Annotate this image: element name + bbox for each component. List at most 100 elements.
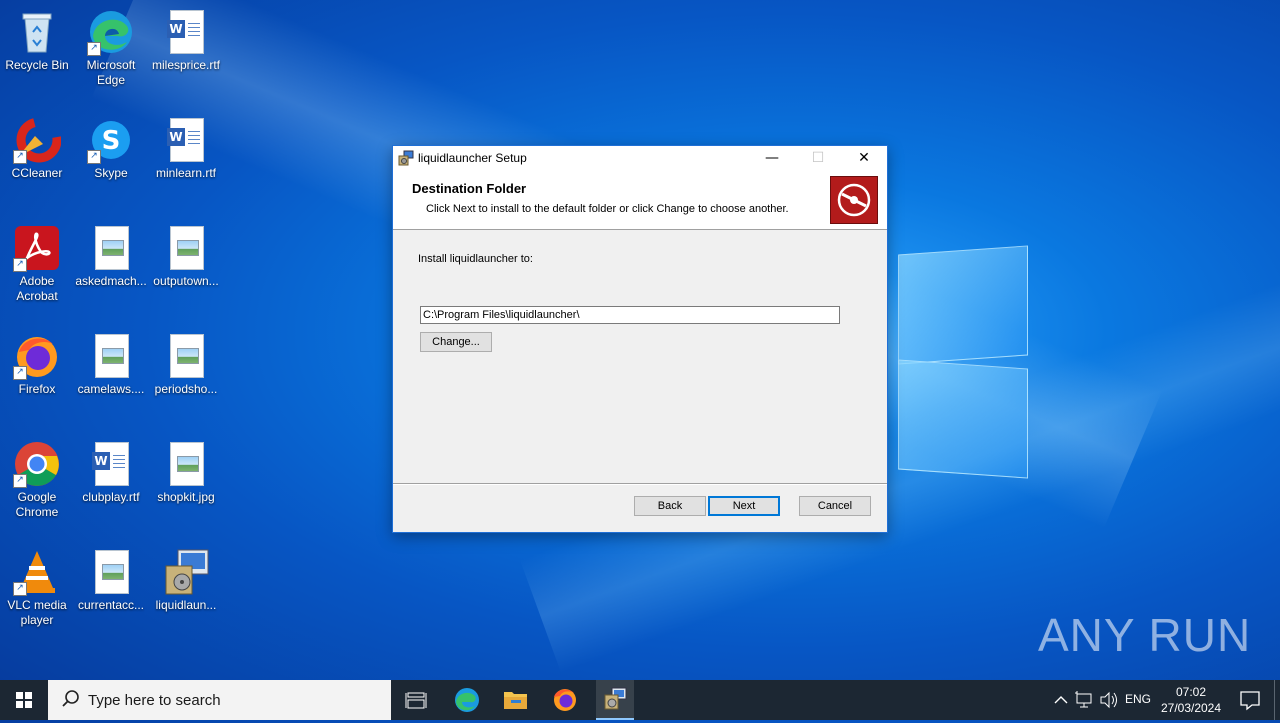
- input-language-indicator[interactable]: ENG: [1125, 692, 1153, 708]
- acrobat-icon: ↗: [13, 224, 61, 272]
- install-path-field[interactable]: C:\Program Files\liquidlauncher\: [420, 306, 840, 324]
- desktop-icon-label: currentacc...: [77, 598, 145, 612]
- desktop-icon-label: periodsho...: [154, 382, 218, 396]
- change-button[interactable]: Change...: [420, 332, 492, 352]
- firefox-icon: ↗: [13, 332, 61, 380]
- install-location-label: Install liquidlauncher to:: [418, 253, 533, 265]
- taskbar-clock[interactable]: 07:02 27/03/2024: [1155, 684, 1227, 716]
- back-button[interactable]: Back: [634, 496, 706, 516]
- dialog-title: liquidlauncher Setup: [418, 151, 527, 165]
- page-subheading: Click Next to install to the default fol…: [426, 203, 789, 215]
- wallpaper-windows-logo: [898, 242, 1028, 479]
- windows-start-icon: [16, 692, 32, 708]
- chevron-up-icon: [1054, 696, 1068, 704]
- speaker-icon: [1100, 691, 1117, 709]
- clock-date: 27/03/2024: [1160, 701, 1222, 715]
- desktop-icon-label: Skype: [94, 166, 128, 180]
- desktop-icon-rtf-file[interactable]: W minlearn.rtf: [150, 112, 222, 181]
- cancel-button[interactable]: Cancel: [799, 496, 871, 516]
- maximize-button: ☐: [795, 146, 841, 170]
- installer-app-icon: [398, 150, 414, 166]
- close-button[interactable]: ✕: [841, 146, 887, 170]
- image-file-icon: [162, 332, 210, 380]
- taskbar-edge-button[interactable]: [442, 680, 490, 720]
- desktop-icon-rtf-file[interactable]: W clubplay.rtf: [75, 436, 147, 505]
- chrome-icon: ↗: [13, 440, 61, 488]
- desktop-icon-label: VLC media player: [7, 598, 67, 627]
- word-document-icon: W: [162, 8, 210, 56]
- desktop-icon-skype[interactable]: S ↗ Skype: [75, 112, 147, 181]
- image-file-icon: [87, 548, 135, 596]
- desktop-icon-label: Microsoft Edge: [86, 58, 136, 87]
- desktop-icon-image-file[interactable]: shopkit.jpg: [150, 436, 222, 505]
- desktop-icon-ccleaner[interactable]: ↗ CCleaner: [1, 112, 73, 181]
- start-button[interactable]: [0, 680, 48, 720]
- shortcut-arrow-icon: ↗: [13, 474, 27, 488]
- task-view-icon: [405, 692, 427, 709]
- setup-banner-logo: [830, 176, 878, 224]
- desktop-icon-rtf-file[interactable]: W milesprice.rtf: [150, 4, 222, 73]
- shortcut-arrow-icon: ↗: [87, 42, 101, 56]
- desktop-icon-vlc[interactable]: ↗ VLC media player: [1, 544, 73, 628]
- desktop-icon-image-file[interactable]: askedmach...: [75, 220, 147, 289]
- maximize-icon: ☐: [811, 150, 825, 166]
- desktop-icon-firefox[interactable]: ↗ Firefox: [1, 328, 73, 397]
- image-file-icon: [87, 224, 135, 272]
- desktop-icon-recycle-bin[interactable]: Recycle Bin: [1, 4, 73, 73]
- desktop-icon-label: Recycle Bin: [5, 58, 69, 72]
- installer-icon: [604, 687, 627, 710]
- desktop-icon-image-file[interactable]: outputown...: [150, 220, 222, 289]
- folder-icon: [504, 692, 527, 709]
- desktop-icon-label: askedmach...: [75, 274, 147, 288]
- desktop-icon-image-file[interactable]: periodsho...: [150, 328, 222, 397]
- minimize-icon: —: [765, 150, 779, 166]
- recycle-bin-icon: [13, 8, 61, 56]
- network-icon: [1075, 691, 1092, 708]
- desktop-icon-label: liquidlaun...: [155, 598, 217, 612]
- shortcut-arrow-icon: ↗: [13, 258, 27, 272]
- image-file-icon: [162, 224, 210, 272]
- taskbar-firefox-button[interactable]: [540, 680, 588, 720]
- next-button[interactable]: Next: [708, 496, 780, 516]
- taskbar-installer-button[interactable]: [596, 680, 634, 720]
- image-file-icon: [87, 332, 135, 380]
- desktop-icon-label: camelaws....: [77, 382, 145, 396]
- desktop-icon-label: minlearn.rtf: [155, 166, 217, 180]
- desktop-icon-image-file[interactable]: camelaws....: [75, 328, 147, 397]
- word-document-icon: W: [87, 440, 135, 488]
- taskbar-search-box[interactable]: Type here to search: [48, 680, 391, 720]
- desktop-icon-google-chrome[interactable]: ↗ Google Chrome: [1, 436, 73, 520]
- word-document-icon: W: [162, 116, 210, 164]
- desktop-icon-label: milesprice.rtf: [151, 58, 220, 72]
- task-view-button[interactable]: [392, 680, 440, 720]
- shortcut-arrow-icon: ↗: [87, 150, 101, 164]
- edge-icon: [455, 688, 479, 712]
- vlc-icon: ↗: [13, 548, 61, 596]
- network-status-button[interactable]: [1074, 680, 1096, 720]
- minimize-button[interactable]: —: [749, 146, 795, 170]
- taskbar-file-explorer-button[interactable]: [491, 680, 539, 720]
- taskbar: Type here to search ENG 07:02 27/03/2024: [0, 680, 1280, 720]
- close-icon: ✕: [858, 150, 870, 166]
- dialog-titlebar[interactable]: liquidlauncher Setup — ☐ ✕: [393, 146, 887, 170]
- desktop-icon-label: Adobe Acrobat: [16, 274, 58, 303]
- skype-icon: S ↗: [87, 116, 135, 164]
- desktop-icon-installer[interactable]: liquidlaun...: [150, 544, 222, 613]
- show-desktop-button[interactable]: [1274, 680, 1280, 720]
- notification-icon: [1240, 691, 1260, 711]
- desktop-icon-label: Firefox: [18, 382, 56, 396]
- show-hidden-icons-button[interactable]: [1052, 680, 1070, 720]
- action-center-button[interactable]: [1232, 680, 1268, 720]
- desktop-icon-adobe-acrobat[interactable]: ↗ Adobe Acrobat: [1, 220, 73, 304]
- ccleaner-icon: ↗: [13, 116, 62, 164]
- desktop-icon-label: CCleaner: [11, 166, 63, 180]
- desktop-icon-microsoft-edge[interactable]: ↗ Microsoft Edge: [75, 4, 147, 88]
- page-heading: Destination Folder: [412, 181, 527, 196]
- firefox-icon: [554, 689, 576, 711]
- desktop-icon-label: clubplay.rtf: [82, 490, 140, 504]
- anyrun-watermark: ANY RUN: [1038, 609, 1252, 661]
- clock-time: 07:02: [1175, 685, 1207, 699]
- volume-button[interactable]: [1098, 680, 1120, 720]
- desktop-icon-image-file[interactable]: currentacc...: [75, 544, 147, 613]
- desktop-icon-label: shopkit.jpg: [157, 490, 215, 504]
